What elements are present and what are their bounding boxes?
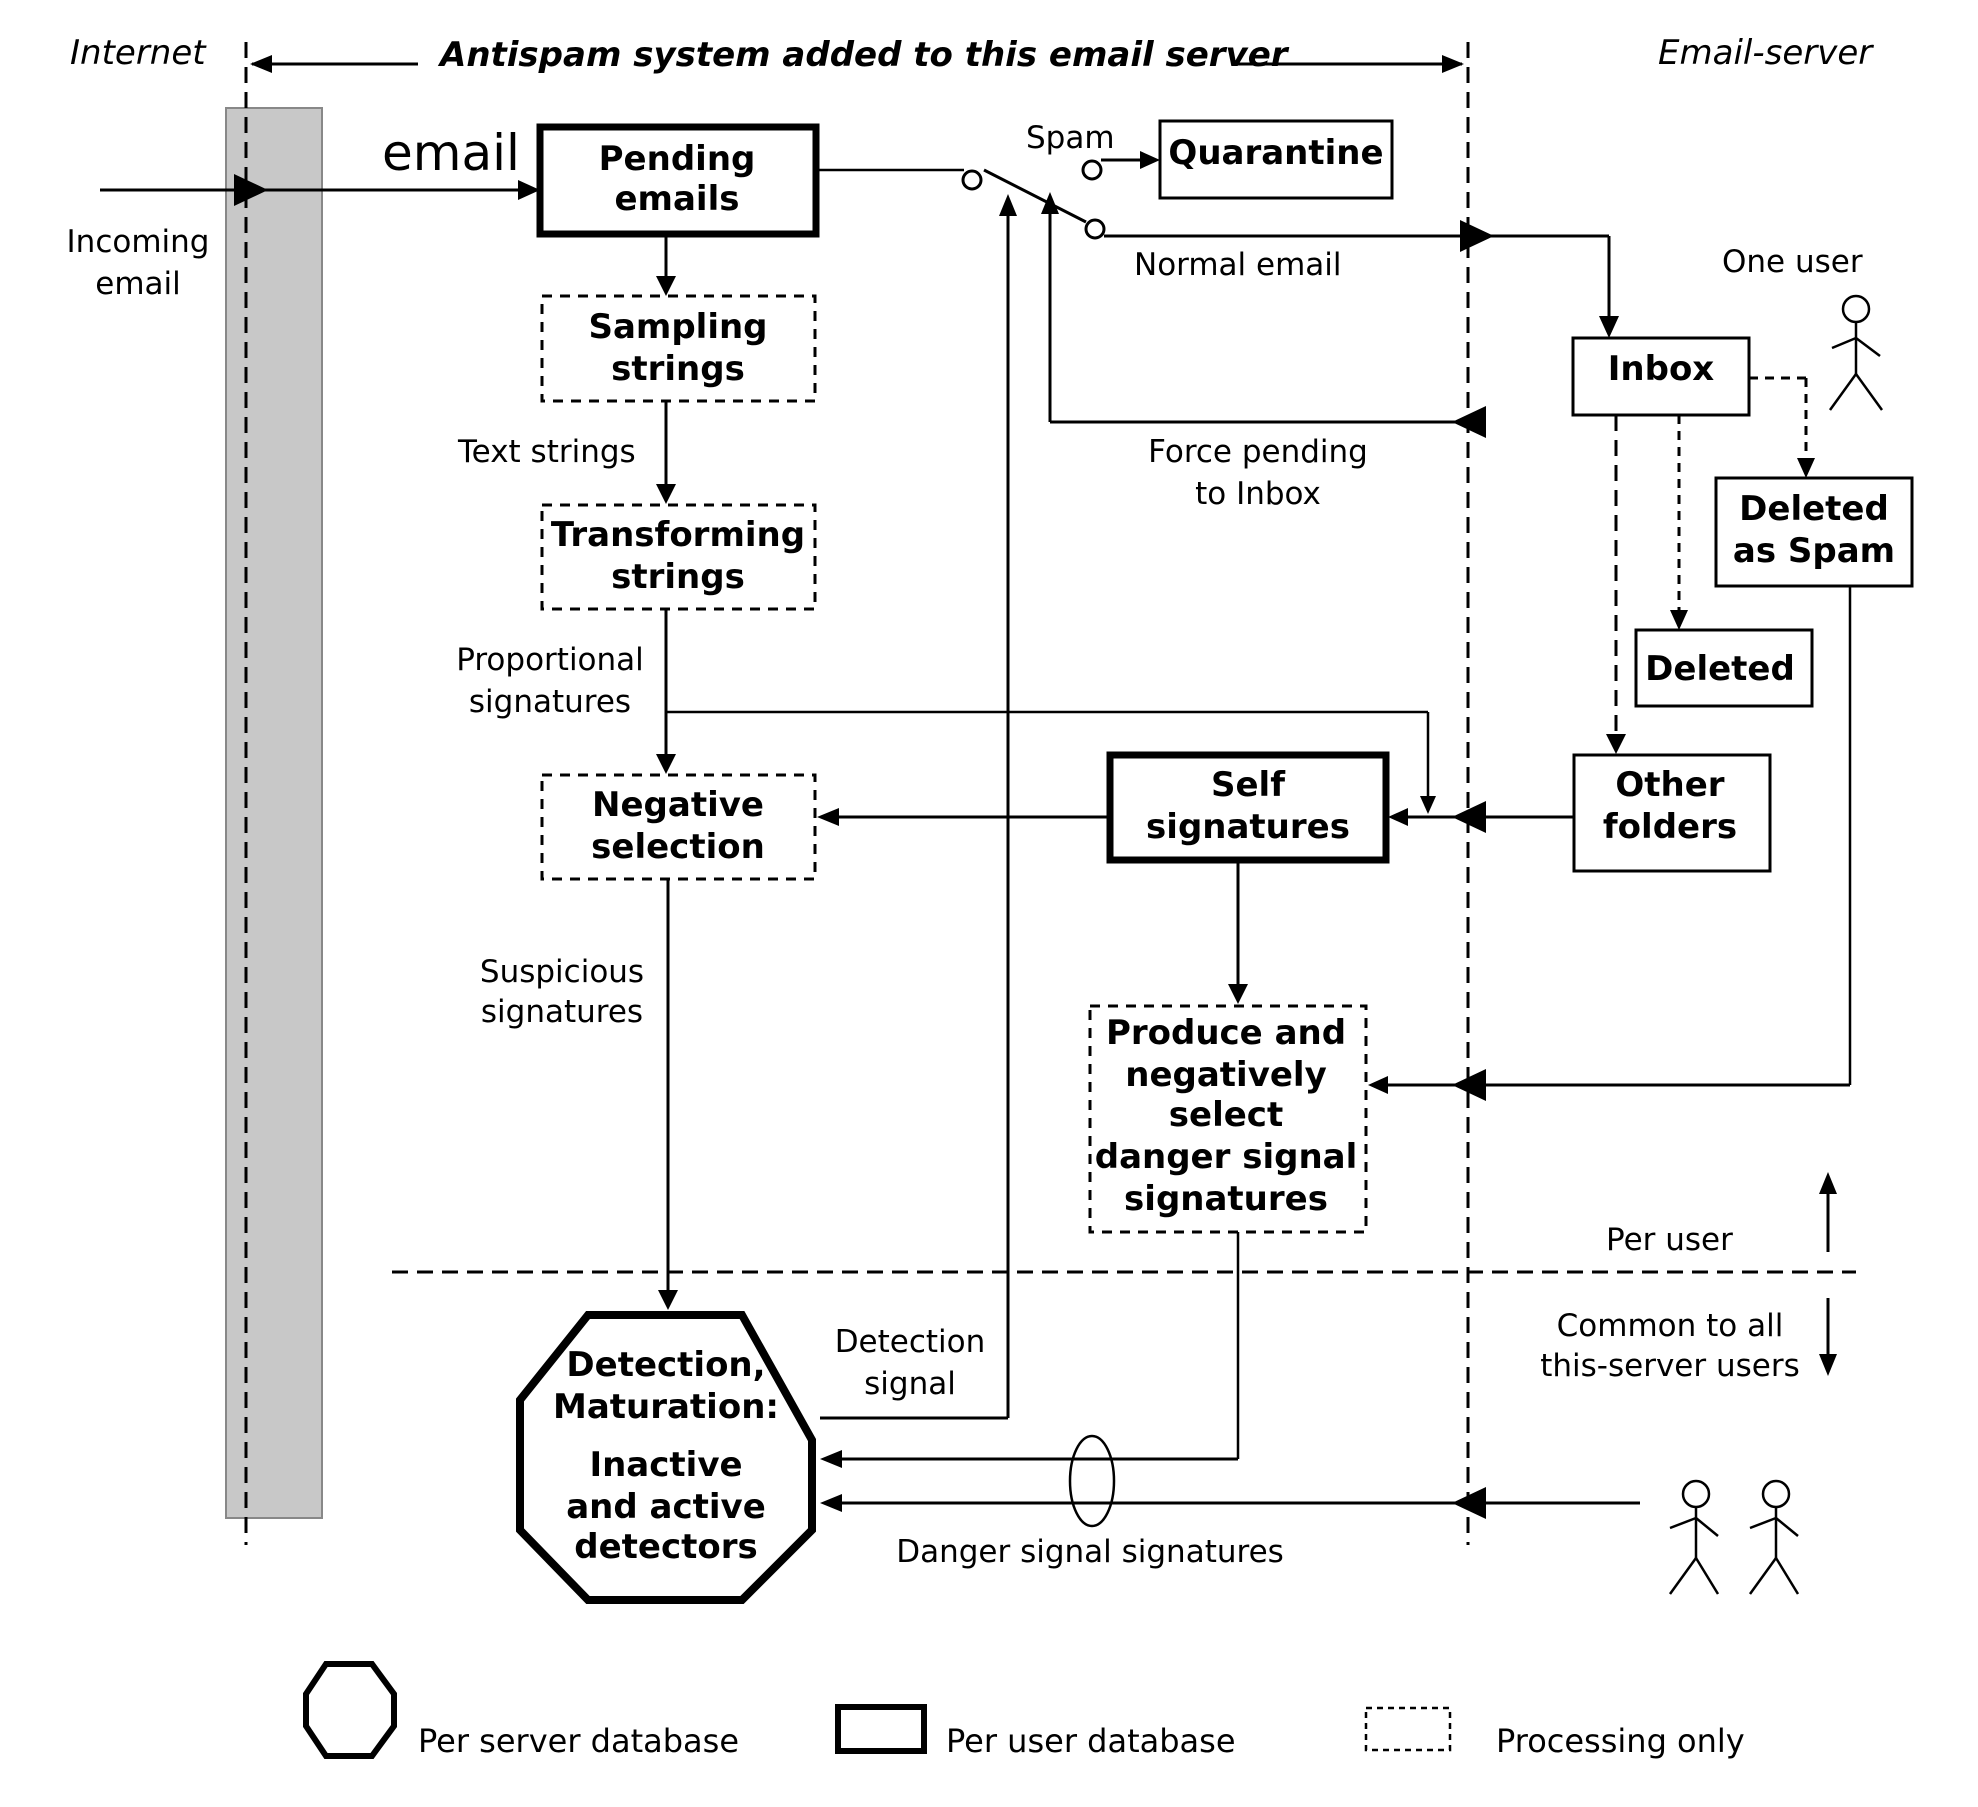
incoming-email-label: Incoming email bbox=[67, 224, 210, 302]
detection-signal-arrowhead bbox=[999, 194, 1017, 216]
deleted-arrowhead bbox=[1670, 610, 1688, 630]
proportional-branch-arrowhead bbox=[1420, 796, 1436, 814]
inbox-arrowhead bbox=[1599, 316, 1619, 338]
other-users-person-icon-1 bbox=[1668, 1479, 1720, 1595]
legend-processing-label: Processing only bbox=[1496, 1722, 1745, 1760]
switch-normal-contact bbox=[1084, 218, 1106, 240]
one-user-person-icon bbox=[1828, 294, 1884, 411]
common-arrowhead bbox=[1819, 1354, 1837, 1376]
legend-per-server-label: Per server database bbox=[418, 1722, 739, 1760]
spam-label: Spam bbox=[1026, 120, 1115, 156]
proportional-signatures-label: Proportional signatures bbox=[456, 642, 644, 720]
self-to-negative-arrowhead bbox=[817, 808, 839, 826]
transforming-arrowhead bbox=[656, 484, 676, 504]
detection-signal-label: Detection signal bbox=[835, 1324, 986, 1402]
legend-per-server-octagon bbox=[303, 1661, 397, 1759]
one-user-label: One user bbox=[1722, 244, 1863, 280]
suspicious-signatures-label: Suspicious signatures bbox=[480, 954, 644, 1030]
negative-selection-arrowhead bbox=[656, 754, 676, 774]
region-email-server-label: Email-server bbox=[1658, 33, 1874, 73]
danger-signal-bundle-ellipse bbox=[1068, 1434, 1116, 1528]
self-signatures-arrowhead bbox=[1388, 808, 1408, 826]
email-label: email bbox=[382, 124, 520, 182]
produce-input-arrowhead bbox=[1368, 1076, 1388, 1094]
force-pending-label: Force pending to Inbox bbox=[1148, 434, 1368, 512]
deleted-spam-arrowhead bbox=[1797, 458, 1815, 478]
sampling-arrowhead bbox=[656, 276, 676, 296]
produce-arrowhead bbox=[1228, 984, 1248, 1004]
switch-lever bbox=[983, 168, 1087, 224]
danger-signal-signatures-label: Danger signal signatures bbox=[896, 1534, 1284, 1570]
legend-processing-box bbox=[1364, 1706, 1452, 1752]
other-folders-arrowhead bbox=[1606, 734, 1626, 754]
switch-spam-contact bbox=[1081, 159, 1103, 181]
internet-boundary-bar bbox=[225, 107, 323, 1519]
switch-input-contact bbox=[961, 169, 983, 191]
quarantine-label: Quarantine bbox=[1168, 133, 1383, 173]
legend-per-user-label: Per user database bbox=[946, 1722, 1236, 1760]
pending-emails-label: Pending emails bbox=[599, 139, 756, 219]
other-users-boundary-arrowhead bbox=[1452, 1487, 1486, 1519]
antispam-span-right-arrowhead bbox=[1442, 55, 1464, 73]
antispam-architecture-diagram: Internet Antispam system added to this e… bbox=[67, 33, 1914, 1760]
inbox-label: Inbox bbox=[1608, 349, 1715, 389]
spam-to-quarantine-arrowhead bbox=[1140, 151, 1160, 169]
legend-per-user-box bbox=[835, 1704, 927, 1754]
region-antispam-label: Antispam system added to this email serv… bbox=[437, 35, 1290, 75]
legend: Per server database Per user database Pr… bbox=[303, 1661, 1745, 1760]
antispam-span-left-arrowhead bbox=[250, 55, 272, 73]
deleted-label: Deleted bbox=[1645, 649, 1795, 689]
other-users-person-icon-2 bbox=[1748, 1479, 1800, 1595]
detection-top-arrowhead bbox=[658, 1290, 678, 1310]
per-user-label: Per user bbox=[1606, 1222, 1733, 1258]
detection-input-arrowhead-2 bbox=[820, 1494, 842, 1512]
force-pending-boundary-arrowhead bbox=[1452, 406, 1486, 438]
normal-email-label: Normal email bbox=[1134, 247, 1342, 283]
region-internet-label: Internet bbox=[70, 33, 207, 73]
per-user-arrowhead bbox=[1819, 1172, 1837, 1194]
text-strings-label: Text strings bbox=[457, 434, 636, 470]
force-pending-arrowhead bbox=[1041, 192, 1059, 214]
common-to-all-label: Common to all this-server users bbox=[1540, 1308, 1800, 1384]
normal-email-boundary-arrowhead bbox=[1460, 220, 1494, 252]
detection-input-arrowhead-1 bbox=[820, 1450, 842, 1468]
